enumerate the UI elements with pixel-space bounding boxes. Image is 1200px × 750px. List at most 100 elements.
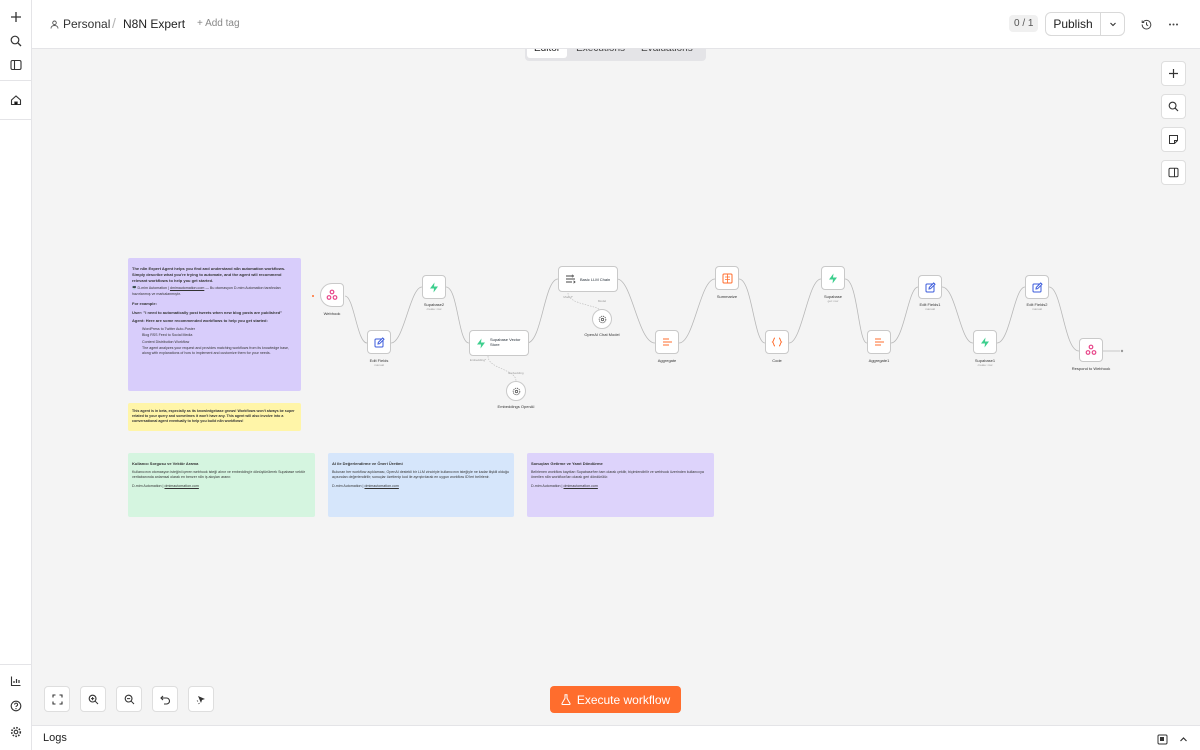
breadcrumb-project[interactable]: Personal (50, 17, 110, 31)
tab-executions[interactable]: Executions (569, 49, 632, 58)
note-title: AI ile Değerlendirme ve Öneri Üretimi (332, 461, 403, 466)
search-icon[interactable] (6, 31, 26, 51)
sidebar-toggle-icon[interactable] (6, 55, 26, 75)
node-edit-fields[interactable] (367, 330, 391, 354)
edit-pencil-icon (374, 336, 385, 347)
note-footer: D-mim Automation | dmimautomation.com (132, 484, 311, 489)
supabase-icon (829, 273, 837, 283)
port-label: Embedding (508, 371, 524, 375)
add-node-button[interactable] (1161, 61, 1186, 86)
publish-button[interactable]: Publish (1045, 12, 1101, 36)
footer-prefix: D-mim Automation | (332, 484, 364, 489)
node-subtitle: manual (925, 307, 935, 311)
node-label: Aggregate1 (868, 358, 890, 363)
publish-dropdown-button[interactable] (1100, 12, 1125, 36)
node-openai-chat-model[interactable] (592, 309, 612, 329)
node-aggregate1[interactable] (867, 330, 891, 354)
tidy-up-button[interactable] (188, 686, 214, 712)
note-footer: D-mim Automation | dmimautomation.com (531, 484, 710, 489)
tab-editor[interactable]: Editor (527, 49, 568, 58)
node-code[interactable] (765, 330, 789, 354)
note-body: Bulunan her workflow açıklaması, OpenAI … (332, 469, 509, 479)
divider (0, 664, 31, 665)
toggle-panel-button[interactable] (1161, 160, 1186, 185)
edit-pencil-icon (1032, 281, 1043, 292)
node-subtitle: manual (1032, 307, 1042, 311)
execute-label: Execute workflow (576, 692, 671, 707)
help-icon[interactable] (6, 696, 26, 716)
node-supabase-vector-store[interactable]: Supabase Vector Store (469, 330, 529, 356)
webhook-icon (1085, 344, 1097, 355)
credit-link[interactable]: dmimautomation.com (170, 286, 204, 290)
add-sticky-note-button[interactable] (1161, 127, 1186, 152)
aggregate-icon (874, 338, 884, 346)
port-label: Model* (563, 295, 573, 299)
port-label: Embedding* (469, 358, 487, 362)
plus-icon[interactable] (6, 7, 26, 27)
node-webhook[interactable] (320, 283, 344, 307)
note-closing: The agent analyzes your request and prov… (142, 345, 290, 355)
workflow-title[interactable]: N8N Expert (123, 17, 185, 31)
tab-evaluations[interactable]: Evaluations (634, 49, 700, 58)
sticky-note-blue[interactable]: AI ile Değerlendirme ve Öneri Üretimi Bu… (328, 453, 514, 517)
note-intro-text: The n8n Expert Agent helps you find and … (132, 266, 286, 283)
openai-icon (598, 315, 606, 323)
project-name: Personal (63, 17, 111, 31)
node-supabase[interactable] (821, 266, 845, 290)
node-label: Webhook (323, 311, 341, 316)
logs-panel-bar[interactable]: Logs (32, 725, 1200, 750)
home-icon[interactable] (6, 90, 26, 110)
node-embeddings-openai[interactable] (506, 381, 526, 401)
supabase-icon (477, 338, 485, 348)
fit-view-button[interactable] (44, 686, 70, 712)
footer-link[interactable]: dmimautomation.com (564, 484, 598, 488)
webhook-icon (326, 289, 338, 300)
node-supabase1[interactable] (973, 330, 997, 354)
node-label: Summarize (716, 294, 738, 299)
more-options-icon[interactable] (1163, 14, 1183, 34)
aggregate-icon (662, 338, 672, 346)
undo-button[interactable] (152, 686, 178, 712)
note-body: Kullanıcının otomasyon isteğini içeren w… (132, 469, 306, 479)
node-label: Respond to Webhook (1071, 366, 1111, 371)
sticky-note-purple[interactable]: Sonuçları Getirme ve Yanıt Döndürme Beli… (527, 453, 714, 517)
zoom-in-button[interactable] (80, 686, 106, 712)
footer-prefix: D-mim Automation | (132, 484, 164, 489)
zoom-out-button[interactable] (116, 686, 142, 712)
node-edit-fields1[interactable] (918, 275, 942, 299)
note-agent-heading: Agent: Here are some recommended workflo… (132, 318, 268, 324)
insights-icon[interactable] (6, 671, 26, 691)
node-subtitle: manual (374, 363, 384, 367)
settings-gear-icon[interactable] (6, 722, 26, 742)
workflow-header: Personal / N8N Expert + Add tag 0 / 1 Pu… (32, 0, 1200, 49)
node-summarize[interactable] (715, 266, 739, 290)
search-nodes-button[interactable] (1161, 94, 1186, 119)
sticky-note-beta[interactable]: This agent is in beta, especially as its… (128, 403, 301, 431)
sticky-note-icon (1169, 135, 1178, 144)
sticky-note-green[interactable]: Kullanıcı Sorgusu ve Vektör Arama Kullan… (128, 453, 315, 517)
chain-link-icon (566, 274, 576, 284)
openai-icon (512, 387, 520, 395)
divider (0, 80, 31, 81)
footer-link[interactable]: dmimautomation.com (165, 484, 199, 488)
pop-out-icon[interactable] (1157, 732, 1168, 750)
chevron-up-icon[interactable] (1178, 732, 1189, 750)
footer-link[interactable]: dmimautomation.com (365, 484, 399, 488)
node-respond-to-webhook[interactable] (1079, 338, 1103, 362)
sticky-note-intro[interactable]: The n8n Expert Agent helps you find and … (128, 258, 301, 391)
node-label: OpenAI Chat Model (584, 332, 620, 337)
execute-workflow-button[interactable]: Execute workflow (550, 686, 681, 713)
code-braces-icon (771, 337, 783, 347)
node-subtitle: create: row (977, 363, 993, 367)
workflow-canvas[interactable]: Editor Executions Evaluations The n8n Ex… (32, 49, 1200, 725)
node-label: Code (772, 358, 782, 363)
node-edit-fields2[interactable] (1025, 275, 1049, 299)
node-supabase2[interactable] (422, 275, 446, 299)
search-icon (1168, 101, 1179, 112)
note-title: Sonuçları Getirme ve Yanıt Döndürme (531, 461, 603, 466)
add-tag-button[interactable]: + Add tag (197, 18, 240, 29)
node-aggregate[interactable] (655, 330, 679, 354)
history-icon[interactable] (1136, 14, 1156, 34)
node-basic-llm-chain[interactable]: Basic LLM Chain (558, 266, 618, 292)
zoom-in-icon (88, 694, 98, 704)
